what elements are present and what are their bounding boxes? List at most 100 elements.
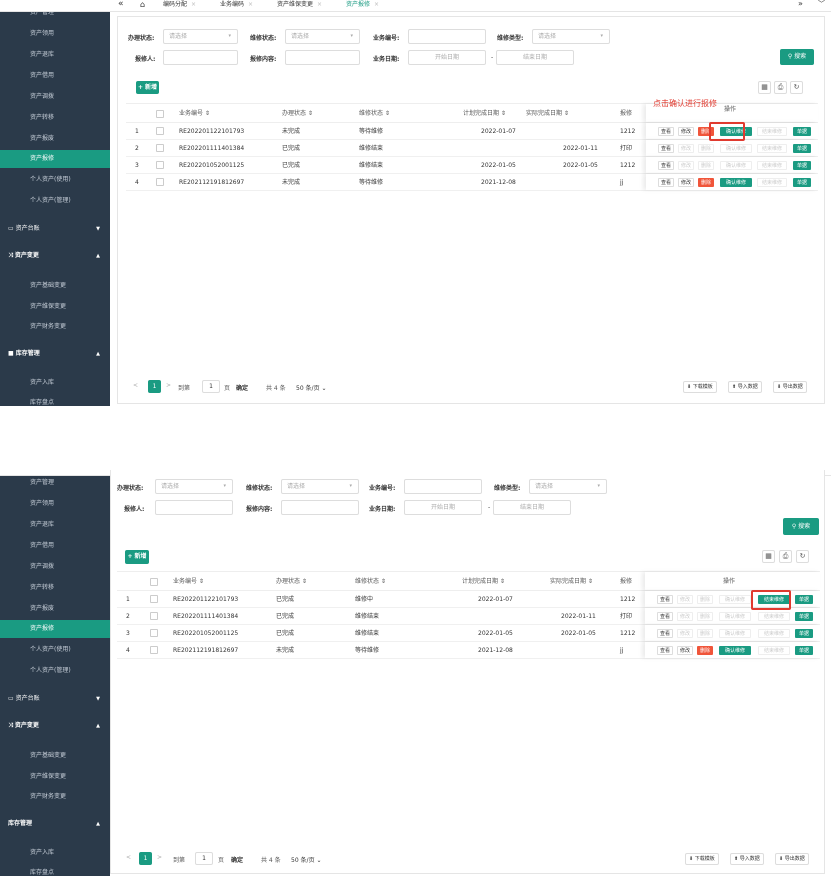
repair-status-select[interactable]: 请选择 ▾	[281, 479, 359, 494]
print-icon[interactable]: ⎙	[779, 550, 792, 563]
biz-no-input[interactable]	[404, 479, 482, 494]
sidebar-item-asset-scrap[interactable]: 资产报废	[0, 600, 110, 618]
finish-repair-button[interactable]: 结束维修	[758, 612, 790, 621]
sidebar-item-stock-in[interactable]: 资产入库	[0, 374, 110, 392]
page-current-button[interactable]: 1	[148, 380, 161, 393]
edit-button[interactable]: 修改	[678, 144, 694, 153]
row-checkbox[interactable]	[150, 595, 158, 603]
biz-no-input[interactable]	[408, 29, 486, 44]
confirm-repair-button[interactable]: 确认维修	[719, 595, 751, 604]
sidebar-item-asset-repair[interactable]: 资产报修	[0, 150, 110, 168]
import-button[interactable]: ⬆ 导入数据	[730, 853, 764, 865]
tabs-prev-icon[interactable]: «	[118, 0, 124, 12]
view-button[interactable]: 查看	[658, 144, 674, 153]
export-button[interactable]: ⬇ 导出数据	[775, 853, 809, 865]
finish-repair-button[interactable]: 结束维修	[757, 127, 787, 136]
col-actual[interactable]: 实际完成日期 ⇕	[526, 104, 569, 124]
close-icon[interactable]: ×	[374, 1, 379, 8]
col-code[interactable]: 业务编号 ⇕	[173, 572, 204, 592]
goto-confirm-button[interactable]: 确定	[231, 855, 243, 864]
export-button[interactable]: ⬇ 导出数据	[773, 381, 807, 393]
sidebar-item-asset-receive[interactable]: 资产领用	[0, 25, 110, 43]
close-icon[interactable]: ×	[248, 1, 253, 8]
sidebar-item-asset-transfer[interactable]: 资产调拨	[0, 558, 110, 576]
delete-button[interactable]: 删除	[698, 178, 714, 187]
columns-icon[interactable]: ▦	[758, 81, 771, 94]
home-icon[interactable]: ⌂	[140, 0, 145, 12]
confirm-repair-button[interactable]: 确认维修	[719, 629, 751, 638]
document-button[interactable]: 单据	[795, 612, 813, 621]
select-all-checkbox[interactable]	[156, 110, 164, 118]
sidebar-item-personal-manage[interactable]: 个人资产(管理)	[0, 192, 110, 210]
document-button[interactable]: 单据	[793, 161, 811, 170]
edit-button[interactable]: 修改	[678, 127, 694, 136]
col-status[interactable]: 办理状态 ⇕	[282, 104, 313, 124]
page-next-button[interactable]: >	[163, 380, 174, 393]
document-button[interactable]: 单据	[793, 178, 811, 187]
tabs-dropdown-icon[interactable]: ﹀	[818, 0, 825, 12]
page-input[interactable]: 1	[202, 380, 220, 393]
tab-maint-change[interactable]: 资产维保变更 ×	[277, 0, 322, 12]
document-button[interactable]: 单据	[793, 127, 811, 136]
select-all-checkbox[interactable]	[150, 578, 158, 586]
sidebar-item-stock-in[interactable]: 资产入库	[0, 844, 110, 862]
edit-button[interactable]: 修改	[677, 595, 693, 604]
delete-button[interactable]: 删除	[698, 144, 714, 153]
date-end-input[interactable]: 结束日期	[493, 500, 571, 515]
finish-repair-button[interactable]: 结束维修	[758, 629, 790, 638]
sidebar-group-change[interactable]: ⤨ 资产变更 ▲	[0, 717, 110, 735]
view-button[interactable]: 查看	[657, 646, 673, 655]
sidebar-item-finance-change[interactable]: 资产财务变更	[0, 318, 110, 336]
row-checkbox[interactable]	[156, 161, 164, 169]
sidebar-group-stock[interactable]: ■ 库存管理 ▲	[0, 345, 110, 363]
search-button[interactable]: ⚲ 搜索	[780, 49, 814, 65]
tab-asset-repair[interactable]: 资产报修 ×	[346, 0, 379, 12]
view-button[interactable]: 查看	[657, 629, 673, 638]
download-template-button[interactable]: ⬇ 下载模板	[685, 853, 719, 865]
add-button[interactable]: + 新增	[136, 81, 159, 94]
page-prev-button[interactable]: <	[130, 380, 141, 393]
confirm-repair-button[interactable]: 确认维修	[720, 144, 752, 153]
sidebar-item-asset-move[interactable]: 资产转移	[0, 109, 110, 127]
edit-button[interactable]: 修改	[677, 612, 693, 621]
reporter-input[interactable]	[163, 50, 238, 65]
add-button[interactable]: + 新增	[125, 550, 149, 564]
repair-type-select[interactable]: 请选择 ▾	[532, 29, 610, 44]
refresh-icon[interactable]: ↻	[790, 81, 803, 94]
view-button[interactable]: 查看	[658, 161, 674, 170]
col-repair[interactable]: 维修状态 ⇕	[359, 104, 390, 124]
delete-button[interactable]: 删除	[697, 612, 713, 621]
refresh-icon[interactable]: ↻	[796, 550, 809, 563]
page-size-select[interactable]: 50 条/页 ⌄	[291, 855, 322, 864]
sidebar-item-asset-repair[interactable]: 资产报修	[0, 620, 110, 638]
sidebar-item-asset-borrow[interactable]: 资产借用	[0, 537, 110, 555]
col-repair[interactable]: 维修状态 ⇕	[355, 572, 386, 592]
columns-icon[interactable]: ▦	[762, 550, 775, 563]
repair-type-select[interactable]: 请选择 ▾	[529, 479, 607, 494]
tab-code-assign[interactable]: 编码分配 ×	[163, 0, 196, 12]
sidebar-item-stock-check[interactable]: 库存盘点	[0, 864, 110, 876]
repair-status-select[interactable]: 请选择 ▾	[285, 29, 360, 44]
sidebar-item-basic-change[interactable]: 资产基础变更	[0, 747, 110, 765]
close-icon[interactable]: ×	[191, 1, 196, 8]
edit-button[interactable]: 修改	[678, 178, 694, 187]
print-icon[interactable]: ⎙	[774, 81, 787, 94]
document-button[interactable]: 单据	[795, 646, 813, 655]
sidebar-item-basic-change[interactable]: 资产基础变更	[0, 277, 110, 295]
import-button[interactable]: ⬆ 导入数据	[728, 381, 762, 393]
sidebar-item-asset-return[interactable]: 资产退库	[0, 516, 110, 534]
col-actual[interactable]: 实际完成日期 ⇕	[550, 572, 593, 592]
view-button[interactable]: 查看	[658, 127, 674, 136]
sidebar-group-stock[interactable]: 库存管理 ▲	[0, 815, 110, 833]
page-next-button[interactable]: >	[154, 852, 165, 865]
col-code[interactable]: 业务编号 ⇕	[179, 104, 210, 124]
sidebar-item-asset-scrap[interactable]: 资产报废	[0, 130, 110, 148]
page-size-select[interactable]: 50 条/页 ⌄	[296, 383, 327, 392]
finish-repair-button[interactable]: 结束维修	[757, 161, 787, 170]
edit-button[interactable]: 修改	[677, 629, 693, 638]
sidebar-item-asset-receive[interactable]: 资产领用	[0, 495, 110, 513]
goto-confirm-button[interactable]: 确定	[236, 383, 248, 392]
confirm-repair-button[interactable]: 确认维修	[719, 612, 751, 621]
delete-button[interactable]: 删除	[697, 646, 713, 655]
document-button[interactable]: 单据	[795, 595, 813, 604]
